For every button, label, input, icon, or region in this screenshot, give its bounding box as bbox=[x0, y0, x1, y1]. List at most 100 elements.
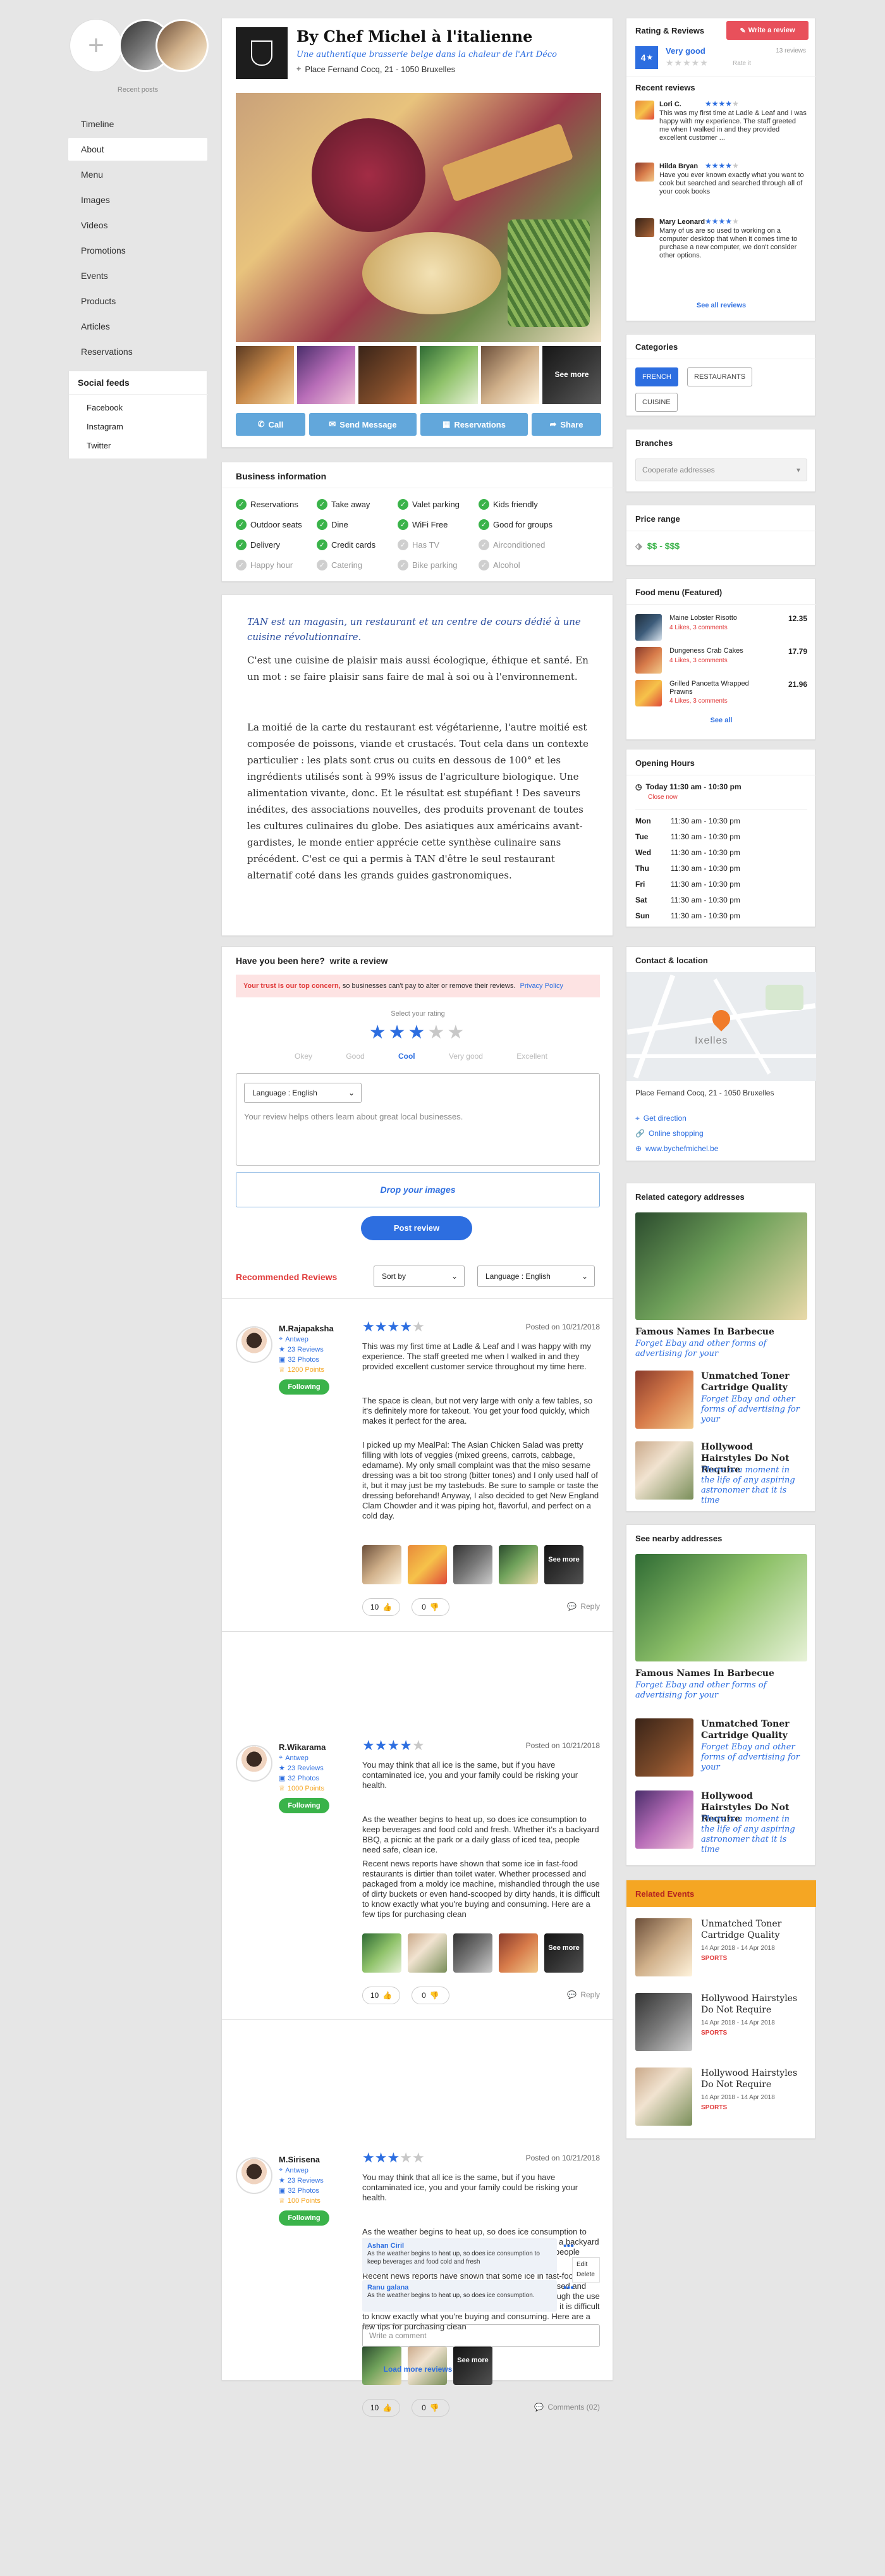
load-more-reviews-link[interactable]: Load more reviews bbox=[222, 2365, 614, 2374]
gallery-thumb[interactable] bbox=[481, 346, 539, 404]
rating-level-label[interactable]: Okey bbox=[295, 1052, 312, 1061]
gallery-thumb[interactable] bbox=[420, 346, 478, 404]
sidebar-item-images[interactable]: Images bbox=[68, 188, 207, 211]
call-button[interactable]: ✆ Call bbox=[236, 413, 305, 436]
write-review-link[interactable]: write a review bbox=[330, 956, 388, 966]
gallery-thumb[interactable] bbox=[297, 346, 355, 404]
like-button[interactable]: 10 👍 bbox=[362, 1598, 400, 1616]
review-photo[interactable] bbox=[362, 1545, 401, 1584]
social-link-facebook[interactable]: Facebook bbox=[87, 403, 123, 412]
recent-review-item[interactable]: Mary Leonard ★★★★★ Many of us are so use… bbox=[635, 217, 807, 273]
related-feature-title[interactable]: Famous Names In Barbecue bbox=[635, 1326, 774, 1338]
add-post-button[interactable]: + bbox=[70, 19, 123, 72]
share-button[interactable]: ➦ Share bbox=[532, 413, 601, 436]
reply-button[interactable]: 💬 Reply bbox=[567, 1990, 600, 1999]
nearby-item-title[interactable]: Unmatched Toner Cartridge Quality bbox=[701, 1718, 802, 1741]
get-direction-link[interactable]: ⌖ Get direction bbox=[635, 1114, 687, 1123]
event-item[interactable]: Hollywood Hairstyles Do Not Require 14 A… bbox=[635, 2068, 807, 2131]
related-item-title[interactable]: Unmatched Toner Cartridge Quality bbox=[701, 1371, 802, 1393]
gallery-thumb[interactable] bbox=[358, 346, 417, 404]
review-photos-see-more[interactable]: See more bbox=[544, 1545, 583, 1584]
reply-button[interactable]: 💬 Reply bbox=[567, 1602, 600, 1611]
review-photo[interactable] bbox=[499, 1933, 538, 1973]
related-item-image[interactable] bbox=[635, 1371, 693, 1429]
dislike-button[interactable]: 0 👎 bbox=[412, 2399, 449, 2417]
food-menu-see-all[interactable]: See all bbox=[626, 717, 816, 724]
sidebar-item-videos[interactable]: Videos bbox=[68, 214, 207, 237]
gallery-see-more[interactable]: See more bbox=[542, 346, 601, 404]
review-photo[interactable] bbox=[453, 1545, 492, 1584]
comment-author[interactable]: Ashan Ciril bbox=[367, 2242, 552, 2250]
rating-stars-input[interactable]: ★★★★★ bbox=[222, 1021, 614, 1044]
following-button[interactable]: Following bbox=[279, 1798, 329, 1813]
recent-review-item[interactable]: Lori C. ★★★★★ This was my first time at … bbox=[635, 99, 807, 155]
like-button[interactable]: 10 👍 bbox=[362, 1987, 400, 2004]
review-photo[interactable] bbox=[408, 1933, 447, 1973]
review-textarea[interactable]: Your review helps others learn about gre… bbox=[244, 1112, 592, 1121]
dislike-button[interactable]: 0 👎 bbox=[412, 1987, 449, 2004]
following-button[interactable]: Following bbox=[279, 2210, 329, 2226]
reservations-button[interactable]: ▦ Reservations bbox=[420, 413, 528, 436]
reviewer-name[interactable]: M.Sirisena bbox=[279, 2155, 320, 2164]
food-menu-item[interactable]: Maine Lobster Risotto 4 Likes, 3 comment… bbox=[635, 614, 807, 643]
comment-more-button[interactable]: ••• bbox=[563, 2283, 574, 2294]
review-photo[interactable] bbox=[499, 1545, 538, 1584]
related-feature-image[interactable] bbox=[635, 1212, 807, 1320]
recent-post-thumb[interactable] bbox=[156, 19, 209, 72]
language-select[interactable]: Language : English ⌄ bbox=[244, 1083, 362, 1103]
avatar[interactable] bbox=[236, 2157, 272, 2194]
nearby-feature-title[interactable]: Famous Names In Barbecue bbox=[635, 1668, 774, 1679]
sidebar-item-reservations[interactable]: Reservations bbox=[68, 340, 207, 363]
sidebar-item-menu[interactable]: Menu bbox=[68, 163, 207, 186]
nearby-item-image[interactable] bbox=[635, 1790, 693, 1849]
avatar[interactable] bbox=[236, 1326, 272, 1363]
privacy-policy-link[interactable]: Privacy Policy bbox=[520, 982, 563, 990]
see-all-reviews-link[interactable]: See all reviews bbox=[626, 302, 816, 309]
category-cuisine[interactable]: CUISINE bbox=[635, 393, 678, 412]
send-message-button[interactable]: ✉ Send Message bbox=[309, 413, 417, 436]
food-menu-item[interactable]: Dungeness Crab Cakes 4 Likes, 3 comments… bbox=[635, 647, 807, 676]
website-link[interactable]: ⊕ www.bychefmichel.be bbox=[635, 1144, 718, 1153]
review-photo[interactable] bbox=[362, 1933, 401, 1973]
branches-select[interactable]: Cooperate addresses ▾ bbox=[635, 459, 807, 481]
review-photo[interactable] bbox=[453, 1933, 492, 1973]
event-item[interactable]: Hollywood Hairstyles Do Not Require 14 A… bbox=[635, 1993, 807, 2056]
social-link-twitter[interactable]: Twitter bbox=[87, 441, 111, 450]
post-review-button[interactable]: Post review bbox=[361, 1216, 472, 1240]
business-hero-image[interactable] bbox=[236, 93, 601, 342]
sidebar-item-articles[interactable]: Articles bbox=[68, 315, 207, 338]
write-review-button[interactable]: ✎ Write a review bbox=[726, 21, 809, 40]
comment-author[interactable]: Ranu galana bbox=[367, 2284, 552, 2291]
comment-more-button[interactable]: ••• bbox=[563, 2241, 574, 2252]
online-shopping-link[interactable]: 🔗 Online shopping bbox=[635, 1129, 704, 1138]
nearby-item-image[interactable] bbox=[635, 1718, 693, 1777]
drop-images-zone[interactable]: Drop your images bbox=[236, 1172, 600, 1207]
food-menu-item[interactable]: Grilled Pancetta Wrapped Prawns 4 Likes,… bbox=[635, 680, 807, 709]
rating-level-label[interactable]: Excellent bbox=[516, 1052, 547, 1061]
event-item[interactable]: Unmatched Toner Cartridge Quality 14 Apr… bbox=[635, 1918, 807, 1981]
category-restaurants[interactable]: RESTAURANTS bbox=[687, 367, 753, 386]
sort-by-select[interactable]: Sort by ⌄ bbox=[374, 1266, 465, 1287]
review-photos-see-more[interactable]: See more bbox=[544, 1933, 583, 1973]
nearby-feature-image[interactable] bbox=[635, 1554, 807, 1661]
recent-review-item[interactable]: Hilda Bryan ★★★★★ Have you ever known ex… bbox=[635, 161, 807, 217]
review-language-select[interactable]: Language : English ⌄ bbox=[477, 1266, 595, 1287]
rating-level-label[interactable]: Cool bbox=[398, 1052, 415, 1061]
delete-comment[interactable]: Delete bbox=[577, 2270, 595, 2280]
rate-it-stars[interactable]: ★★★★★ bbox=[666, 58, 709, 68]
sidebar-item-products[interactable]: Products bbox=[68, 290, 207, 312]
category-french[interactable]: FRENCH bbox=[635, 367, 678, 386]
review-count[interactable]: 13 reviews bbox=[776, 47, 806, 54]
social-link-instagram[interactable]: Instagram bbox=[87, 422, 123, 431]
reviewer-name[interactable]: M.Rajapaksha bbox=[279, 1324, 334, 1333]
related-item-image[interactable] bbox=[635, 1441, 693, 1500]
location-map[interactable]: Ixelles bbox=[626, 972, 816, 1081]
dislike-button[interactable]: 0 👎 bbox=[412, 1598, 449, 1616]
write-comment-input[interactable]: Write a comment bbox=[362, 2324, 600, 2347]
gallery-thumb[interactable] bbox=[236, 346, 294, 404]
avatar[interactable] bbox=[236, 1745, 272, 1782]
edit-comment[interactable]: Edit bbox=[577, 2260, 595, 2270]
sidebar-item-timeline[interactable]: Timeline bbox=[68, 113, 207, 135]
like-button[interactable]: 10 👍 bbox=[362, 2399, 400, 2417]
rating-level-label[interactable]: Very good bbox=[449, 1052, 483, 1061]
